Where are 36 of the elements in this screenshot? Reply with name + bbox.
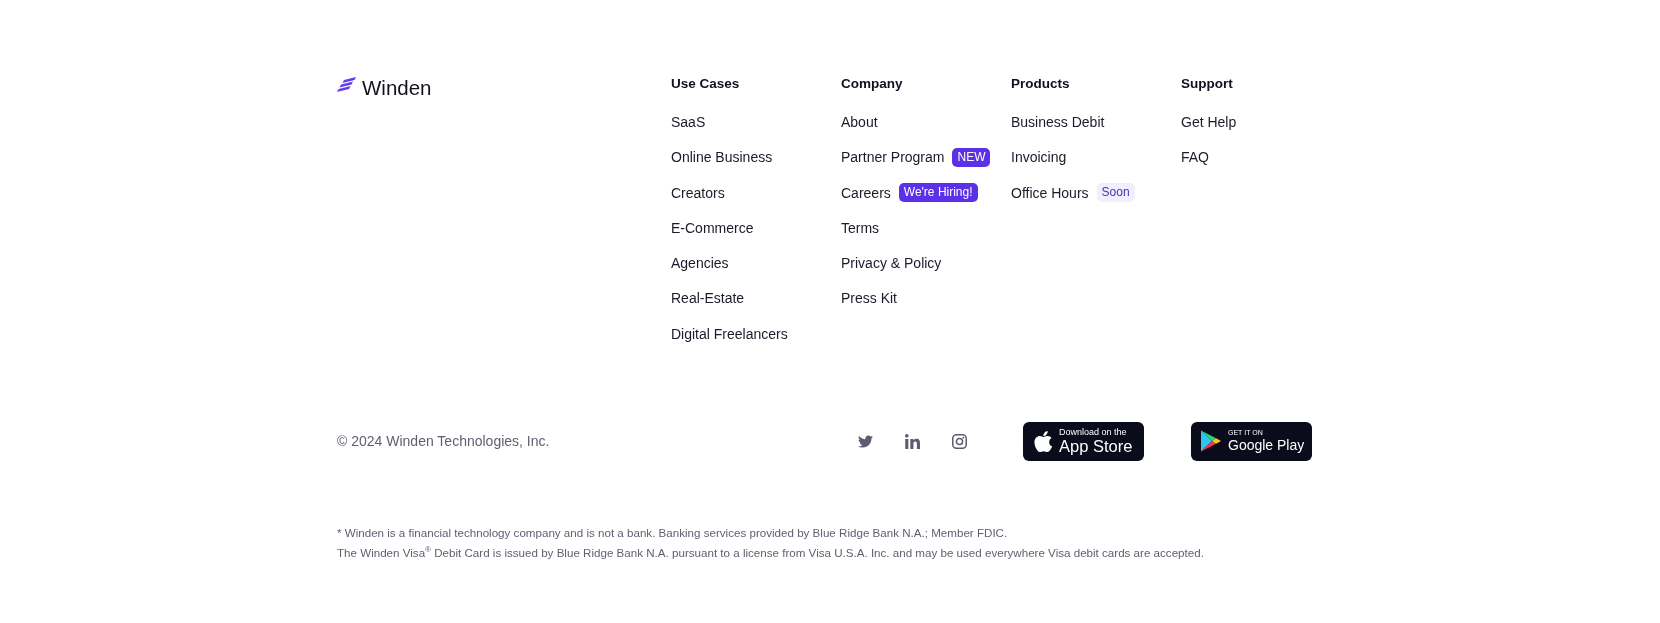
footer-link[interactable]: Get Help — [1181, 112, 1237, 132]
footer-link[interactable]: Creators — [671, 182, 725, 203]
footer-link[interactable]: Digital Freelancers — [671, 323, 788, 344]
bird-icon[interactable] — [858, 433, 873, 449]
app-store-button[interactable]: Download on the App Store — [1023, 421, 1144, 461]
footer-link[interactable]: Partner Program — [841, 147, 945, 168]
footer-link[interactable]: Business Debit — [1011, 112, 1105, 132]
footer-link[interactable]: E-Commerce — [671, 217, 754, 238]
footer-link[interactable]: Terms — [841, 217, 880, 238]
stripes-logo-icon — [337, 77, 356, 92]
copyright-text: © 2024 Winden Technologies, Inc. — [337, 432, 550, 452]
status-badge: NEW — [952, 148, 991, 167]
footer-link[interactable]: Office Hours — [1011, 182, 1089, 203]
disclaimer-text: * Winden is a financial technology company and is not a bank. Banking services provided by Blue Ridge Bank N.A.; Member FDIC. — [337, 524, 1008, 541]
footer-link[interactable]: Privacy & Policy — [841, 253, 942, 274]
footer-link[interactable]: Real-Estate — [671, 288, 745, 309]
brand-name: Winden — [362, 76, 432, 100]
footer-link[interactable]: About — [841, 112, 878, 132]
disclaimer-text: The Winden Visa$^{®}$ Debit Card is issued by Blue Ridge Bank N.A. pursuant to a license from Visa U.S.A. Inc. and may be used everywhere Visa debit cards are accepted. — [337, 543, 1204, 561]
apple-icon — [1034, 430, 1052, 452]
status-badge: Soon — [1096, 183, 1135, 202]
footer-link[interactable]: Invoicing — [1011, 147, 1067, 168]
column-heading: Support — [1181, 75, 1233, 93]
camera-icon[interactable] — [952, 433, 967, 449]
column-heading: Products — [1011, 75, 1070, 93]
footer-link[interactable]: Online Business — [671, 147, 773, 168]
in-letters-icon[interactable] — [905, 433, 920, 449]
footer-link[interactable]: Press Kit — [841, 288, 897, 309]
column-heading: Use Cases — [671, 75, 740, 93]
footer-link[interactable]: Agencies — [671, 253, 729, 274]
play-triangle-icon — [1201, 430, 1221, 453]
footer-link[interactable]: FAQ — [1181, 147, 1209, 168]
footer-link[interactable]: Careers — [841, 182, 891, 203]
status-badge: We're Hiring! — [898, 183, 978, 202]
footer-link[interactable]: SaaS — [671, 112, 706, 132]
column-heading: Company — [841, 75, 903, 93]
